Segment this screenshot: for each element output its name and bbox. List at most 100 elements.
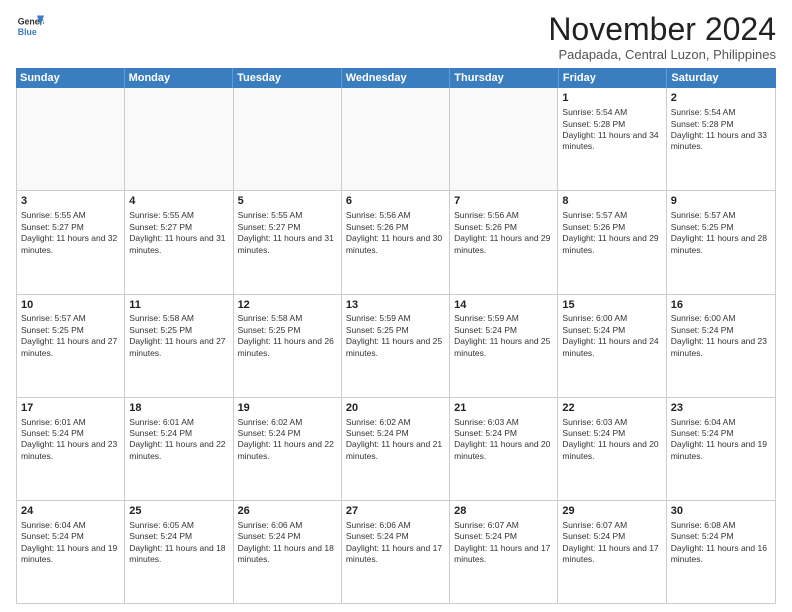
cal-cell: 4Sunrise: 5:55 AM Sunset: 5:27 PM Daylig… xyxy=(125,191,233,293)
header-cell-saturday: Saturday xyxy=(667,68,776,88)
day-number: 11 xyxy=(129,298,228,313)
month-title: November 2024 xyxy=(548,12,776,47)
calendar-body: 1 Sunrise: 5:54 AM Sunset: 5:28 PM Daylig… xyxy=(16,88,776,604)
day-info: Sunrise: 6:08 AM Sunset: 5:24 PM Dayligh… xyxy=(671,520,767,564)
day-number: 17 xyxy=(21,401,120,416)
day-info: Sunrise: 5:58 AM Sunset: 5:25 PM Dayligh… xyxy=(129,313,225,357)
day-number: 9 xyxy=(671,194,771,209)
day-number: 15 xyxy=(562,298,661,313)
logo-icon: General Blue xyxy=(16,12,44,40)
cal-cell xyxy=(125,88,233,190)
cal-cell xyxy=(234,88,342,190)
cal-cell: 17Sunrise: 6:01 AM Sunset: 5:24 PM Dayli… xyxy=(17,398,125,500)
day-info: Sunrise: 5:58 AM Sunset: 5:25 PM Dayligh… xyxy=(238,313,334,357)
day-number: 5 xyxy=(238,194,337,209)
cal-cell: 15Sunrise: 6:00 AM Sunset: 5:24 PM Dayli… xyxy=(558,295,666,397)
cal-cell: 9Sunrise: 5:57 AM Sunset: 5:25 PM Daylig… xyxy=(667,191,775,293)
day-number: 24 xyxy=(21,504,120,519)
cal-cell: 25Sunrise: 6:05 AM Sunset: 5:24 PM Dayli… xyxy=(125,501,233,603)
day-info: Sunrise: 5:55 AM Sunset: 5:27 PM Dayligh… xyxy=(129,210,225,254)
cal-cell xyxy=(342,88,450,190)
cal-cell: 3Sunrise: 5:55 AM Sunset: 5:27 PM Daylig… xyxy=(17,191,125,293)
calendar: SundayMondayTuesdayWednesdayThursdayFrid… xyxy=(16,68,776,604)
day-number: 2 xyxy=(671,91,771,106)
day-number: 1 xyxy=(562,91,661,106)
cal-cell: 19Sunrise: 6:02 AM Sunset: 5:24 PM Dayli… xyxy=(234,398,342,500)
day-info: Sunrise: 5:56 AM Sunset: 5:26 PM Dayligh… xyxy=(346,210,442,254)
day-info: Sunrise: 5:57 AM Sunset: 5:25 PM Dayligh… xyxy=(21,313,117,357)
header-cell-monday: Monday xyxy=(125,68,234,88)
day-number: 8 xyxy=(562,194,661,209)
day-info: Sunrise: 6:05 AM Sunset: 5:24 PM Dayligh… xyxy=(129,520,225,564)
day-info: Sunrise: 5:54 AM Sunset: 5:28 PM Dayligh… xyxy=(671,107,767,151)
cal-cell: 7Sunrise: 5:56 AM Sunset: 5:26 PM Daylig… xyxy=(450,191,558,293)
day-info: Sunrise: 6:07 AM Sunset: 5:24 PM Dayligh… xyxy=(562,520,658,564)
day-info: Sunrise: 6:00 AM Sunset: 5:24 PM Dayligh… xyxy=(562,313,658,357)
title-block: November 2024 Padapada, Central Luzon, P… xyxy=(548,12,776,62)
day-number: 7 xyxy=(454,194,553,209)
day-number: 18 xyxy=(129,401,228,416)
cal-cell: 23Sunrise: 6:04 AM Sunset: 5:24 PM Dayli… xyxy=(667,398,775,500)
svg-text:Blue: Blue xyxy=(18,27,37,37)
day-number: 20 xyxy=(346,401,445,416)
cal-cell: 5Sunrise: 5:55 AM Sunset: 5:27 PM Daylig… xyxy=(234,191,342,293)
cal-row-4: 24Sunrise: 6:04 AM Sunset: 5:24 PM Dayli… xyxy=(17,501,775,603)
cal-cell: 12Sunrise: 5:58 AM Sunset: 5:25 PM Dayli… xyxy=(234,295,342,397)
day-number: 30 xyxy=(671,504,771,519)
day-info: Sunrise: 6:03 AM Sunset: 5:24 PM Dayligh… xyxy=(562,417,658,461)
cal-cell: 22Sunrise: 6:03 AM Sunset: 5:24 PM Dayli… xyxy=(558,398,666,500)
logo: General Blue xyxy=(16,12,44,40)
cal-row-3: 17Sunrise: 6:01 AM Sunset: 5:24 PM Dayli… xyxy=(17,398,775,501)
location: Padapada, Central Luzon, Philippines xyxy=(548,47,776,62)
day-info: Sunrise: 6:04 AM Sunset: 5:24 PM Dayligh… xyxy=(671,417,767,461)
day-number: 14 xyxy=(454,298,553,313)
day-number: 21 xyxy=(454,401,553,416)
cal-cell: 24Sunrise: 6:04 AM Sunset: 5:24 PM Dayli… xyxy=(17,501,125,603)
cal-row-1: 3Sunrise: 5:55 AM Sunset: 5:27 PM Daylig… xyxy=(17,191,775,294)
calendar-header: SundayMondayTuesdayWednesdayThursdayFrid… xyxy=(16,68,776,88)
day-number: 25 xyxy=(129,504,228,519)
cal-cell: 18Sunrise: 6:01 AM Sunset: 5:24 PM Dayli… xyxy=(125,398,233,500)
day-info: Sunrise: 6:01 AM Sunset: 5:24 PM Dayligh… xyxy=(129,417,225,461)
cal-cell: 21Sunrise: 6:03 AM Sunset: 5:24 PM Dayli… xyxy=(450,398,558,500)
day-info: Sunrise: 5:59 AM Sunset: 5:25 PM Dayligh… xyxy=(346,313,442,357)
day-info: Sunrise: 6:06 AM Sunset: 5:24 PM Dayligh… xyxy=(238,520,334,564)
header-cell-sunday: Sunday xyxy=(16,68,125,88)
day-number: 10 xyxy=(21,298,120,313)
header-cell-wednesday: Wednesday xyxy=(342,68,451,88)
day-info: Sunrise: 6:02 AM Sunset: 5:24 PM Dayligh… xyxy=(238,417,334,461)
day-info: Sunrise: 5:56 AM Sunset: 5:26 PM Dayligh… xyxy=(454,210,550,254)
cal-cell xyxy=(17,88,125,190)
day-number: 27 xyxy=(346,504,445,519)
cal-cell: 27Sunrise: 6:06 AM Sunset: 5:24 PM Dayli… xyxy=(342,501,450,603)
cal-cell: 20Sunrise: 6:02 AM Sunset: 5:24 PM Dayli… xyxy=(342,398,450,500)
cal-cell: 14Sunrise: 5:59 AM Sunset: 5:24 PM Dayli… xyxy=(450,295,558,397)
cal-row-2: 10Sunrise: 5:57 AM Sunset: 5:25 PM Dayli… xyxy=(17,295,775,398)
day-number: 28 xyxy=(454,504,553,519)
day-info: Sunrise: 6:02 AM Sunset: 5:24 PM Dayligh… xyxy=(346,417,442,461)
day-number: 22 xyxy=(562,401,661,416)
day-number: 23 xyxy=(671,401,771,416)
day-info: Sunrise: 6:00 AM Sunset: 5:24 PM Dayligh… xyxy=(671,313,767,357)
cal-cell: 30Sunrise: 6:08 AM Sunset: 5:24 PM Dayli… xyxy=(667,501,775,603)
day-number: 3 xyxy=(21,194,120,209)
header-cell-thursday: Thursday xyxy=(450,68,559,88)
day-number: 13 xyxy=(346,298,445,313)
day-info: Sunrise: 5:55 AM Sunset: 5:27 PM Dayligh… xyxy=(21,210,117,254)
day-number: 12 xyxy=(238,298,337,313)
day-number: 16 xyxy=(671,298,771,313)
header-cell-friday: Friday xyxy=(559,68,668,88)
cal-cell: 6Sunrise: 5:56 AM Sunset: 5:26 PM Daylig… xyxy=(342,191,450,293)
day-info: Sunrise: 6:04 AM Sunset: 5:24 PM Dayligh… xyxy=(21,520,117,564)
day-info: Sunrise: 6:07 AM Sunset: 5:24 PM Dayligh… xyxy=(454,520,550,564)
cal-cell: 16Sunrise: 6:00 AM Sunset: 5:24 PM Dayli… xyxy=(667,295,775,397)
cal-cell: 29Sunrise: 6:07 AM Sunset: 5:24 PM Dayli… xyxy=(558,501,666,603)
day-info: Sunrise: 6:01 AM Sunset: 5:24 PM Dayligh… xyxy=(21,417,117,461)
cal-cell: 28Sunrise: 6:07 AM Sunset: 5:24 PM Dayli… xyxy=(450,501,558,603)
cal-cell: 13Sunrise: 5:59 AM Sunset: 5:25 PM Dayli… xyxy=(342,295,450,397)
day-number: 26 xyxy=(238,504,337,519)
cal-cell: 11Sunrise: 5:58 AM Sunset: 5:25 PM Dayli… xyxy=(125,295,233,397)
cal-cell: 26Sunrise: 6:06 AM Sunset: 5:24 PM Dayli… xyxy=(234,501,342,603)
cal-row-0: 1 Sunrise: 5:54 AM Sunset: 5:28 PM Daylig… xyxy=(17,88,775,191)
day-number: 4 xyxy=(129,194,228,209)
